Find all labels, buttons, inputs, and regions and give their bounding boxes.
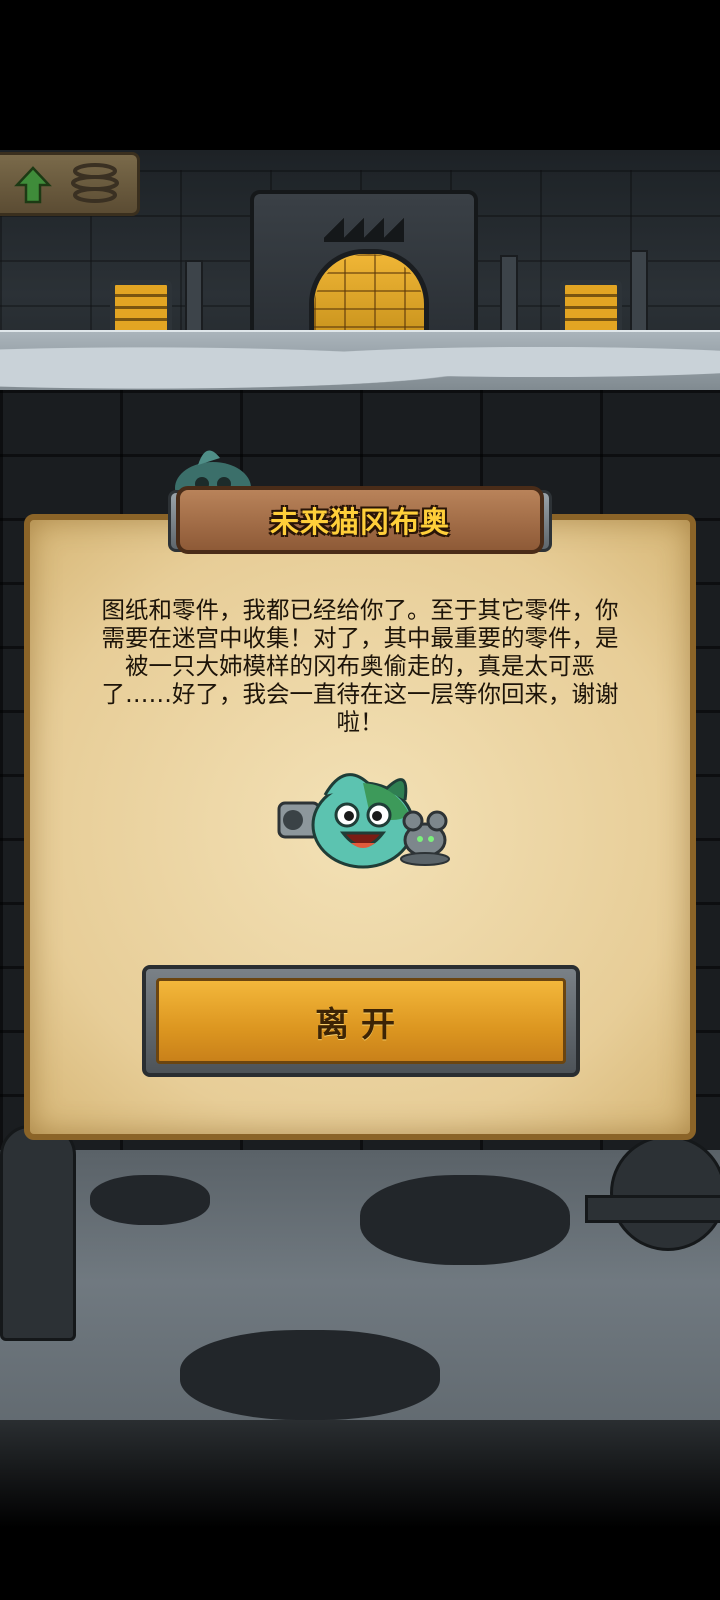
floor-pipe xyxy=(585,1195,720,1223)
ice-puddle xyxy=(90,1175,210,1225)
dialog-title: 未来猫冈布奥 xyxy=(269,505,450,539)
gate-teeth xyxy=(324,214,404,242)
boiler-prop xyxy=(0,1125,76,1341)
leave-button-face[interactable]: 离开 xyxy=(156,978,566,1064)
leave-button[interactable]: 离开 xyxy=(142,965,580,1077)
up-arrow-icon xyxy=(14,166,52,204)
leave-button-label: 离开 xyxy=(315,1004,407,1045)
dialog-title-plank: 未来猫冈布奥 xyxy=(176,486,544,554)
game-scene: 未来猫冈布奥 图纸和零件，我都已经给你了。至于其它零件，你需要在迷宫中收集！对了… xyxy=(0,0,720,1600)
ice-puddle xyxy=(360,1175,570,1265)
spring-coil-icon xyxy=(71,163,119,203)
snow-ledge xyxy=(0,330,720,392)
future-cat-gumball-character xyxy=(277,773,450,869)
back-button[interactable] xyxy=(0,152,140,216)
bottom-shadow xyxy=(0,1420,720,1600)
top-black-bar xyxy=(0,0,720,150)
dialog-message: 图纸和零件，我都已经给你了。至于其它零件，你需要在迷宫中收集！对了，其中最重要的… xyxy=(101,596,619,736)
ice-puddle xyxy=(180,1330,440,1420)
valve-wheel-prop xyxy=(610,1135,720,1251)
wall-pipe xyxy=(500,255,518,339)
